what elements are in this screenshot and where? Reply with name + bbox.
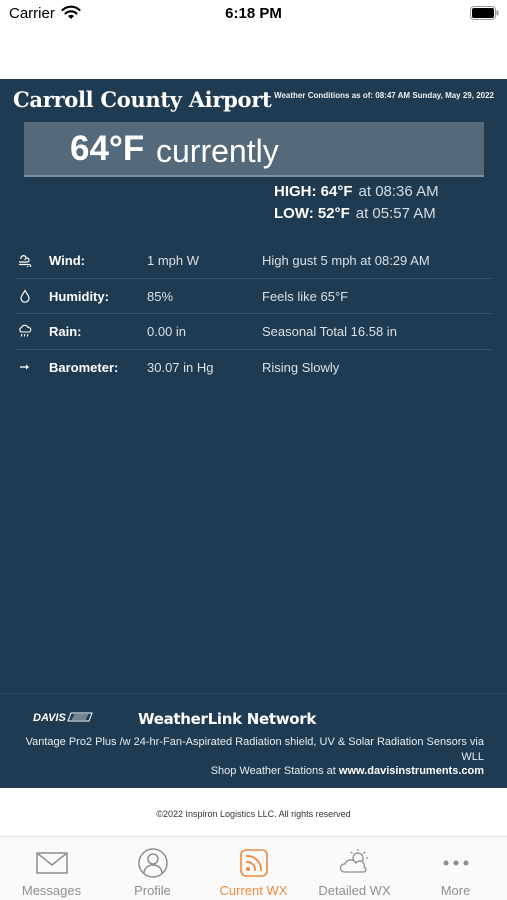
station-name: Carroll County Airport — [13, 87, 272, 112]
low-time: at 05:57 AM — [355, 205, 436, 222]
condition-extra: Feels like 65°F — [262, 288, 349, 304]
tab-label: Detailed WX — [318, 883, 391, 898]
conditions-timestamp: Weather Conditions as of: 08:47 AM Sunda… — [274, 91, 494, 100]
status-bar: Carrier 6:18 PM — [0, 0, 507, 30]
person-icon — [138, 848, 168, 878]
envelope-icon — [36, 852, 68, 874]
shop-line: Shop Weather Stations at www.davisinstru… — [211, 765, 484, 777]
condition-value: 30.07 in Hg — [147, 359, 214, 375]
tab-bar: Messages Profile Current WX Detailed WX — [0, 836, 507, 900]
more-dots-icon — [443, 860, 469, 866]
high-label: HIGH: — [274, 183, 317, 200]
clock: 6:18 PM — [225, 5, 282, 22]
tab-more[interactable]: More — [405, 837, 506, 900]
condition-row-wind: Wind: 1 mph W High gust 5 mph at 08:29 A… — [16, 243, 492, 279]
tab-label: Profile — [134, 883, 171, 898]
condition-extra: High gust 5 mph at 08:29 AM — [262, 253, 430, 268]
condition-extra: Seasonal Total 16.58 in — [262, 324, 397, 339]
condition-name: Rain: — [49, 324, 82, 339]
svg-text:DAVIS: DAVIS — [33, 712, 66, 723]
low-label: LOW: — [274, 205, 314, 222]
tab-current-wx[interactable]: Current WX — [203, 837, 304, 900]
wind-icon — [19, 255, 32, 267]
tab-detailed-wx[interactable]: Detailed WX — [304, 837, 405, 900]
weatherlink-footer: DAVIS WeatherLink Network Vantage Pro2 P… — [0, 693, 507, 788]
high-value: 64°F — [320, 183, 353, 200]
condition-row-rain: Rain: 0.00 in Seasonal Total 16.58 in — [16, 314, 492, 350]
feed-icon — [240, 849, 268, 877]
current-temperature-box: 64°F currently — [24, 122, 484, 177]
station-description: Vantage Pro2 Plus /w 24-hr-Fan-Aspirated… — [25, 736, 484, 763]
barometer-icon — [20, 364, 29, 369]
condition-extra: Rising Slowly — [262, 359, 340, 375]
rain-icon — [19, 324, 32, 337]
condition-value: 1 mph W — [147, 253, 200, 268]
current-temperature: 64°F — [70, 129, 145, 168]
condition-value: 0.00 in — [147, 324, 187, 339]
tab-label: More — [440, 883, 471, 898]
weather-panel: Carroll County Airport Weather Condition… — [0, 79, 507, 788]
tab-profile[interactable]: Profile — [102, 837, 203, 900]
high-temperature: HIGH: 64°F at 08:36 AM — [274, 183, 439, 200]
tab-label: Current WX — [219, 883, 288, 898]
davis-logo: DAVIS — [33, 712, 93, 723]
copyright-text: ©2022 Inspiron Logistics LLC. All rights… — [156, 809, 351, 819]
weatherlink-network-title: WeatherLink Network — [138, 710, 317, 728]
cloud-sun-icon — [339, 849, 368, 873]
conditions-table: Wind: 1 mph W High gust 5 mph at 08:29 A… — [16, 243, 492, 385]
humidity-icon — [20, 288, 30, 303]
tab-label: Messages — [21, 883, 82, 898]
shop-prefix: Shop Weather Stations at — [210, 765, 336, 777]
high-time: at 08:36 AM — [358, 183, 439, 200]
condition-row-barometer: Barometer: 30.07 in Hg Rising Slowly — [16, 350, 492, 386]
low-value: 52°F — [317, 205, 350, 222]
condition-value: 85% — [147, 288, 174, 304]
battery-icon — [470, 6, 499, 20]
current-label: currently — [156, 133, 279, 169]
condition-name: Wind: — [49, 253, 85, 268]
condition-name: Barometer: — [49, 359, 119, 375]
tab-messages[interactable]: Messages — [1, 837, 102, 900]
condition-row-humidity: Humidity: 85% Feels like 65°F — [16, 279, 492, 314]
condition-name: Humidity: — [49, 288, 109, 304]
low-temperature: LOW: 52°F at 05:57 AM — [274, 205, 436, 222]
shop-link[interactable]: www.davisinstruments.com — [339, 765, 484, 777]
